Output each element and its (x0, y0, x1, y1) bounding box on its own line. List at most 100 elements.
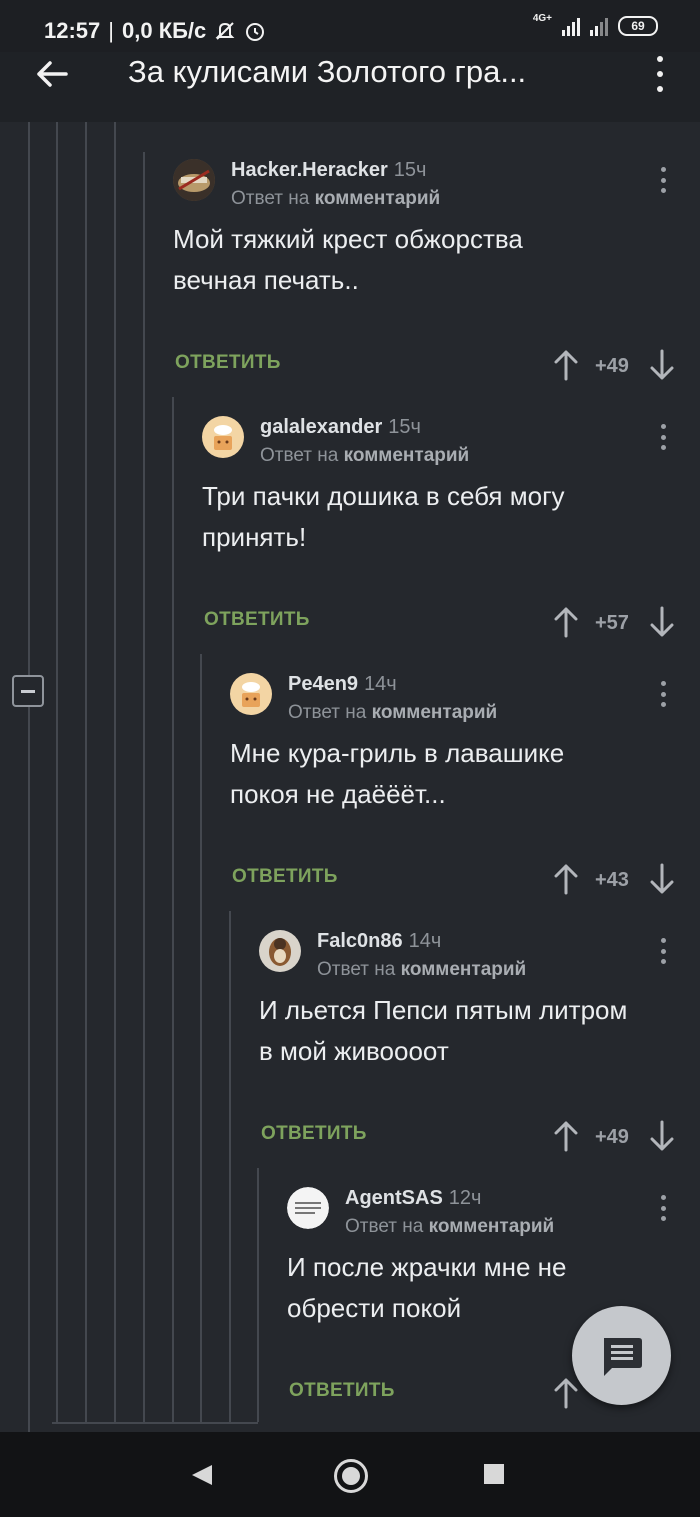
comments-fab-button[interactable] (572, 1306, 671, 1405)
system-nav-bar (0, 1432, 700, 1517)
page-title: За кулисами Золотого гра... (128, 54, 527, 89)
comment-time: 14ч (408, 930, 442, 952)
avatar[interactable] (230, 673, 272, 715)
more-vert-icon-dot (660, 691, 666, 697)
comment-text-line: в мой живоооот (259, 1036, 449, 1066)
reply-to-link[interactable]: комментарий (315, 188, 441, 209)
reply-to-line: Ответ на комментарий (288, 702, 497, 724)
reply-to-link[interactable]: комментарий (429, 1216, 555, 1237)
arrow-left-icon (37, 61, 68, 87)
comment-thread: Hacker.Heracker 15ч Ответ на комментарий … (0, 122, 700, 1432)
more-vert-icon (660, 1195, 666, 1200)
nav-home-icon[interactable] (334, 1459, 368, 1493)
upvote-icon[interactable] (553, 349, 579, 381)
chat-icon (604, 1338, 642, 1376)
comment-menu-button[interactable] (658, 681, 668, 707)
comment: Hacker.Heracker 15ч Ответ на комментарий … (143, 142, 683, 399)
lines-avatar (287, 1187, 329, 1229)
thread-line (56, 122, 58, 1422)
nav-back-icon[interactable] (190, 1463, 214, 1487)
more-vert-icon (660, 424, 666, 429)
comment-author[interactable]: AgentSAS 12ч (345, 1187, 481, 1210)
author-name: Hacker.Heracker (231, 159, 388, 181)
reply-to-link[interactable]: комментарий (401, 959, 527, 980)
thread-line (28, 122, 30, 1432)
avatar[interactable] (259, 930, 301, 972)
vote-score: +57 (595, 612, 629, 634)
comment-menu-button[interactable] (658, 424, 668, 450)
author-name: galalexander (260, 416, 383, 438)
comment-menu-button[interactable] (658, 938, 668, 964)
more-vert-icon-dot (660, 177, 666, 183)
reply-button[interactable]: ОТВЕТИТЬ (261, 1123, 367, 1145)
more-vert-icon-dot (657, 86, 663, 92)
battery-icon: 69 (618, 16, 658, 36)
downvote-icon[interactable] (649, 349, 675, 381)
alarm-icon (244, 20, 266, 42)
vote-score: +43 (595, 869, 629, 891)
avatar-image (173, 159, 215, 201)
reply-to-prefix: Ответ на (288, 702, 367, 723)
more-vert-icon-dot (660, 188, 666, 193)
avatar[interactable] (202, 416, 244, 458)
more-vert-icon (660, 167, 666, 172)
reply-to-line: Ответ на комментарий (260, 445, 469, 467)
reply-to-prefix: Ответ на (345, 1216, 424, 1237)
comment-text-line: И после жрачки мне не (287, 1252, 567, 1282)
more-vert-icon-dot (660, 702, 666, 707)
upvote-icon[interactable] (553, 606, 579, 638)
default-avatar (230, 673, 272, 715)
upvote-icon[interactable] (553, 863, 579, 895)
back-button[interactable] (30, 54, 74, 94)
downvote-icon[interactable] (649, 863, 675, 895)
reply-button[interactable]: ОТВЕТИТЬ (204, 609, 310, 631)
more-vert-icon (660, 938, 666, 943)
upvote-icon[interactable] (553, 1120, 579, 1152)
more-vert-icon-dot (660, 434, 666, 440)
comment-time: 14ч (364, 673, 397, 695)
reply-to-line: Ответ на комментарий (345, 1216, 554, 1238)
status-left: 12:57 | 0,0 КБ/с (44, 18, 266, 44)
comment-menu-button[interactable] (658, 1195, 668, 1221)
comment: Pe4en9 14ч Ответ на комментарий Мне кура-… (200, 656, 700, 913)
avatar[interactable] (287, 1187, 329, 1229)
collapse-thread-button[interactable] (12, 675, 44, 707)
comment-time: 12ч (448, 1187, 482, 1209)
comment-text-line: Три пачки дошика в себя могу (202, 481, 565, 511)
author-name: Falc0n86 (317, 930, 403, 952)
more-vert-icon-dot (660, 445, 666, 450)
comment-text-line: обрести покой (287, 1293, 462, 1323)
more-vert-icon (660, 681, 666, 686)
avatar-image (259, 930, 301, 972)
reply-button[interactable]: ОТВЕТИТЬ (289, 1380, 395, 1402)
downvote-icon[interactable] (649, 606, 675, 638)
status-speed: 0,0 КБ/с (122, 18, 207, 43)
signal-icon (562, 16, 580, 36)
more-vert-icon-dot (660, 1216, 666, 1221)
author-name: Pe4en9 (288, 673, 359, 695)
nav-recents-icon[interactable] (484, 1464, 504, 1484)
comment-text-line: покоя не даёёёт... (230, 779, 446, 809)
comment-author[interactable]: galalexander 15ч (260, 416, 421, 439)
comment: galalexander 15ч Ответ на комментарий Три… (172, 399, 700, 656)
reply-to-link[interactable]: комментарий (344, 445, 470, 466)
comment-time: 15ч (393, 159, 427, 181)
status-time: 12:57 (44, 18, 101, 43)
reply-button[interactable]: ОТВЕТИТЬ (175, 352, 281, 374)
comment-menu-button[interactable] (658, 167, 668, 193)
comment-text-line: вечная печать.. (173, 265, 359, 295)
downvote-icon[interactable] (649, 1120, 675, 1152)
reply-to-link[interactable]: комментарий (372, 702, 498, 723)
status-right: 4G+ 69 (533, 13, 658, 36)
comment-author[interactable]: Pe4en9 14ч (288, 673, 397, 696)
avatar[interactable] (173, 159, 215, 201)
reply-button[interactable]: ОТВЕТИТЬ (232, 866, 338, 888)
comment-author[interactable]: Hacker.Heracker 15ч (231, 159, 426, 182)
vote-score: +49 (595, 355, 629, 377)
vote-score: +49 (595, 1126, 629, 1148)
comment-time: 15ч (388, 416, 421, 438)
comment-text-line: Мне кура-гриль в лавашике (230, 738, 565, 768)
thread-line (52, 1422, 258, 1424)
comment-author[interactable]: Falc0n86 14ч (317, 930, 441, 953)
more-menu-button[interactable] (650, 56, 670, 92)
